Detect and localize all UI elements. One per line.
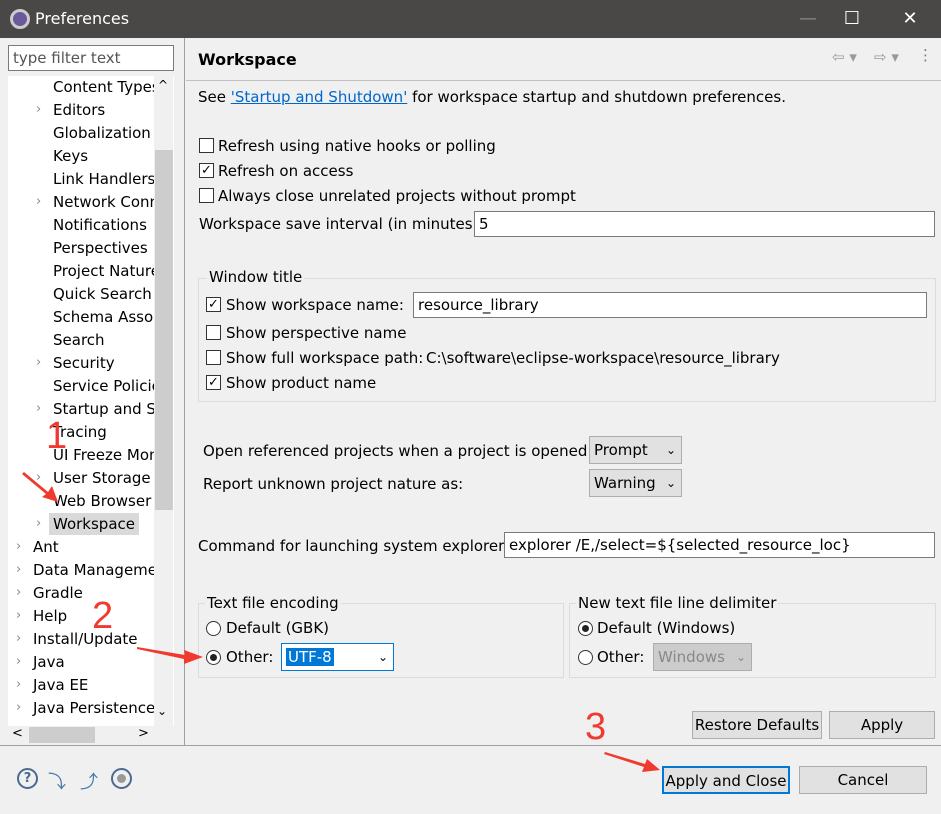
annotation-arrows bbox=[22, 472, 660, 772]
annotation-arrow-2 bbox=[137, 647, 203, 664]
annotation-arrow-1 bbox=[22, 472, 58, 502]
annotation-arrow-3 bbox=[604, 752, 660, 772]
